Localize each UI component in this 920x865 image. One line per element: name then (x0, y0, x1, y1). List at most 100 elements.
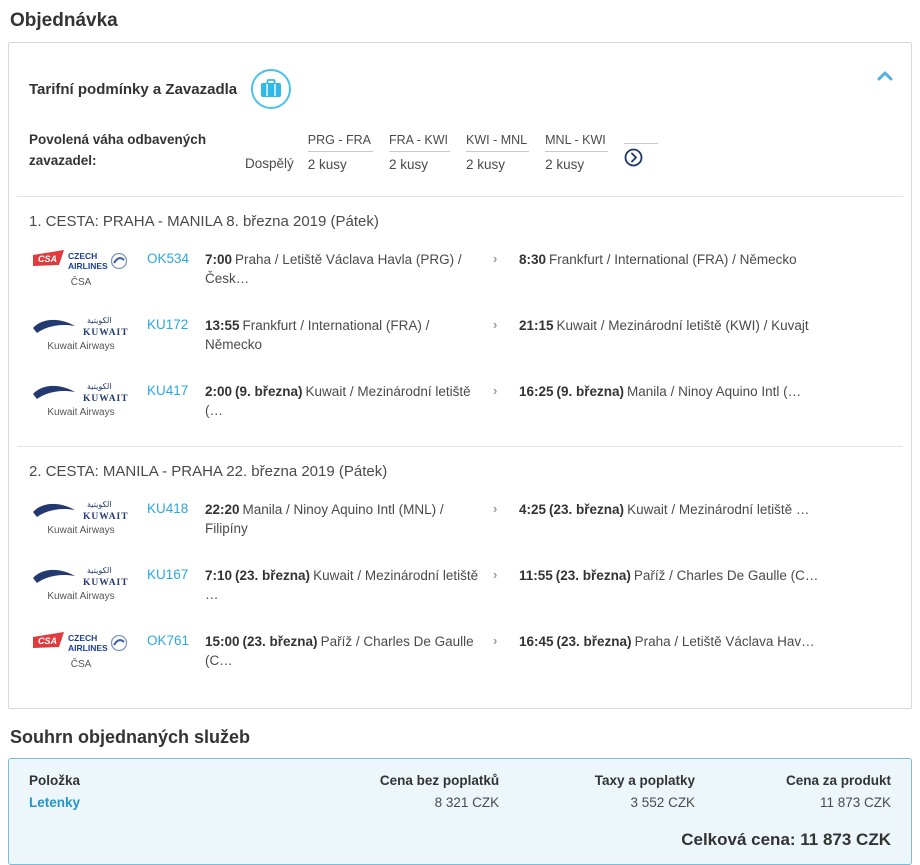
baggage-allowance-label: Povolená váha odbavených zavazadel: (29, 129, 245, 172)
airline-caption: Kuwait Airways (47, 407, 115, 418)
divider (17, 196, 903, 197)
arrival-date: (23. března) (556, 634, 632, 649)
arrival-date: (23. března) (549, 502, 625, 517)
airline-caption: ČSA (70, 277, 92, 288)
baggage-qty: 2 kusy (388, 157, 429, 172)
flight-row-ok761: CSA CZECH AIRLINES ČSA OK761 15:00 (23. b… (29, 630, 891, 682)
arrival-place: Kuwait / Mezinárodní letiště … (627, 502, 810, 517)
arrow-right-circle-icon[interactable] (624, 144, 658, 172)
route-label: KWI - MNL (466, 133, 530, 152)
csa-line2: AIRLINES (68, 261, 108, 271)
arrival-place: Kuwait / Mezinárodní letiště (KWI) / Kuv… (556, 318, 809, 333)
arrival-time: 8:30 (519, 252, 547, 267)
flight-number-link[interactable]: KU172 (147, 314, 205, 332)
departure-time: 2:00 (205, 384, 233, 399)
segment-arrow-icon: › (493, 633, 498, 648)
kuwait-airways-logo: الكويتية KUWAIT Kuwait Airways (29, 314, 133, 352)
route-label: PRG - FRA (307, 133, 373, 152)
flight-number-link[interactable]: KU417 (147, 380, 205, 398)
airline-caption: Kuwait Airways (47, 591, 115, 602)
arrival-info: 11:55 (23. března) Paříž / Charles De Gaul… (519, 564, 891, 586)
kuwait-airways-logo: الكويتية KUWAIT Kuwait Airways (29, 498, 133, 536)
divider (17, 446, 903, 447)
kuwait-name-text: KUWAIT (83, 578, 129, 588)
departure-info: 15:00 (23. března) Paříž / Charles De Gaul… (205, 630, 493, 671)
flight-row-ku167: الكويتية KUWAIT Kuwait Airways KU167 7:1… (29, 564, 891, 616)
arrival-place: Praha / Letiště Václava Hav… (634, 634, 815, 649)
csa-line2: AIRLINES (68, 643, 108, 653)
route-label: MNL - KWI (545, 133, 608, 152)
kuwait-airways-logo: الكويتية KUWAIT Kuwait Airways (29, 380, 133, 418)
baggage-label-line1: Povolená váha odbavených (29, 131, 207, 147)
departure-time: 7:10 (205, 568, 233, 583)
product-price-value: 11 873 CZK (819, 795, 891, 810)
flight-row-ku417: الكويتية KUWAIT Kuwait Airways KU417 2:0… (29, 380, 891, 432)
czech-airlines-logo: CSA CZECH AIRLINES ČSA (29, 630, 133, 670)
arrival-place: Frankfurt / International (FRA) / Německ… (549, 252, 797, 267)
kuwait-arabic-text: الكويتية (87, 566, 112, 575)
departure-date: (23. března) (242, 634, 318, 649)
taxes-value: 3 552 CZK (630, 795, 696, 810)
flight-number-link[interactable]: KU418 (147, 498, 205, 516)
arrival-time: 16:45 (519, 634, 554, 649)
passenger-type-label: Dospělý (245, 156, 294, 171)
flight-number-link[interactable]: OK761 (147, 630, 205, 648)
baggage-column-kwi-mnl: KWI - MNL 2 kusy (466, 133, 530, 172)
csa-line1: CZECH (68, 633, 97, 643)
flight-number-link[interactable]: OK534 (147, 248, 205, 266)
departure-date: (9. března) (235, 384, 303, 399)
departure-time: 15:00 (205, 634, 240, 649)
airline-caption: ČSA (70, 659, 92, 670)
kuwait-name-text: KUWAIT (83, 394, 129, 404)
order-panel: Tarifní podmínky a Zavazadla Povolená vá… (8, 42, 912, 709)
departure-info: 22:20 Manila / Ninoy Aquino Intl (MNL) / … (205, 498, 493, 539)
baggage-column-mnl-kwi: MNL - KWI 2 kusy (545, 133, 608, 172)
kuwait-arabic-text: الكويتية (87, 316, 112, 325)
arrival-info: 16:45 (23. března) Praha / Letiště Václava… (519, 630, 891, 652)
arrival-time: 4:25 (519, 502, 547, 517)
baggage-qty: 2 kusy (545, 157, 585, 172)
arrival-time: 21:15 (519, 318, 554, 333)
summary-col-product-price: Cena za produkt (785, 773, 891, 788)
flight-number-link[interactable]: KU167 (147, 564, 205, 582)
route-label: FRA - KWI (388, 133, 451, 152)
baggage-icon (251, 69, 292, 109)
flight-row-ok534: CSA CZECH AIRLINES ČSA OK534 7:00 Praha /… (29, 248, 891, 300)
departure-time: 13:55 (205, 318, 240, 333)
baggage-qty: 2 kusy (466, 157, 506, 172)
summary-col-taxes: Taxy a poplatky (594, 773, 696, 788)
airline-caption: Kuwait Airways (47, 525, 115, 536)
baggage-more-underline (623, 127, 658, 144)
baggage-qty: 2 kusy (307, 157, 347, 172)
kuwait-name-text: KUWAIT (83, 328, 129, 338)
baggage-more-column (623, 127, 658, 172)
kuwait-arabic-text: الكويتية (87, 500, 112, 509)
arrival-info: 21:15 Kuwait / Mezinárodní letiště (KWI) … (519, 314, 891, 336)
summary-title: Souhrn objednaných služeb (10, 727, 251, 747)
tariff-title: Tarifní podmínky a Zavazadla (29, 80, 238, 98)
departure-info: 2:00 (9. března) Kuwait / Mezinárodní leti… (205, 380, 493, 421)
csa-mark: CSA (38, 254, 57, 264)
kuwait-airways-logo: الكويتية KUWAIT Kuwait Airways (29, 564, 133, 602)
segment-arrow-icon: › (493, 317, 498, 332)
page-title: Objednávka (10, 10, 118, 31)
airline-caption: Kuwait Airways (47, 341, 115, 352)
kuwait-arabic-text: الكويتية (87, 382, 112, 391)
tariff-section-header: Tarifní podmínky a Zavazadla (29, 69, 891, 109)
segment-arrow-icon: › (493, 567, 498, 582)
arrival-date: (23. března) (555, 568, 631, 583)
departure-place: Manila / Ninoy Aquino Intl (MNL) / Filip… (205, 502, 444, 536)
arrival-place: Manila / Ninoy Aquino Intl (… (627, 384, 802, 399)
item-tickets-link[interactable]: Letenky (29, 795, 254, 810)
summary-col-item: Položka (29, 773, 81, 788)
baggage-column-prg-fra: PRG - FRA 2 kusy (307, 133, 373, 172)
departure-place: Praha / Letiště Václava Havla (PRG) / Če… (205, 252, 462, 286)
departure-date: (23. března) (235, 568, 311, 583)
chevron-up-icon[interactable] (877, 69, 895, 83)
baggage-label-line2: zavazadel: (29, 153, 97, 169)
arrival-info: 8:30 Frankfurt / International (FRA) / Ně… (519, 248, 891, 270)
departure-info: 7:00 Praha / Letiště Václava Havla (PRG) … (205, 248, 493, 289)
arrival-info: 16:25 (9. března) Manila / Ninoy Aquino In… (519, 380, 891, 402)
summary-col-price-no-fees: Cena bez poplatků (379, 773, 500, 788)
departure-time: 22:20 (205, 502, 240, 517)
